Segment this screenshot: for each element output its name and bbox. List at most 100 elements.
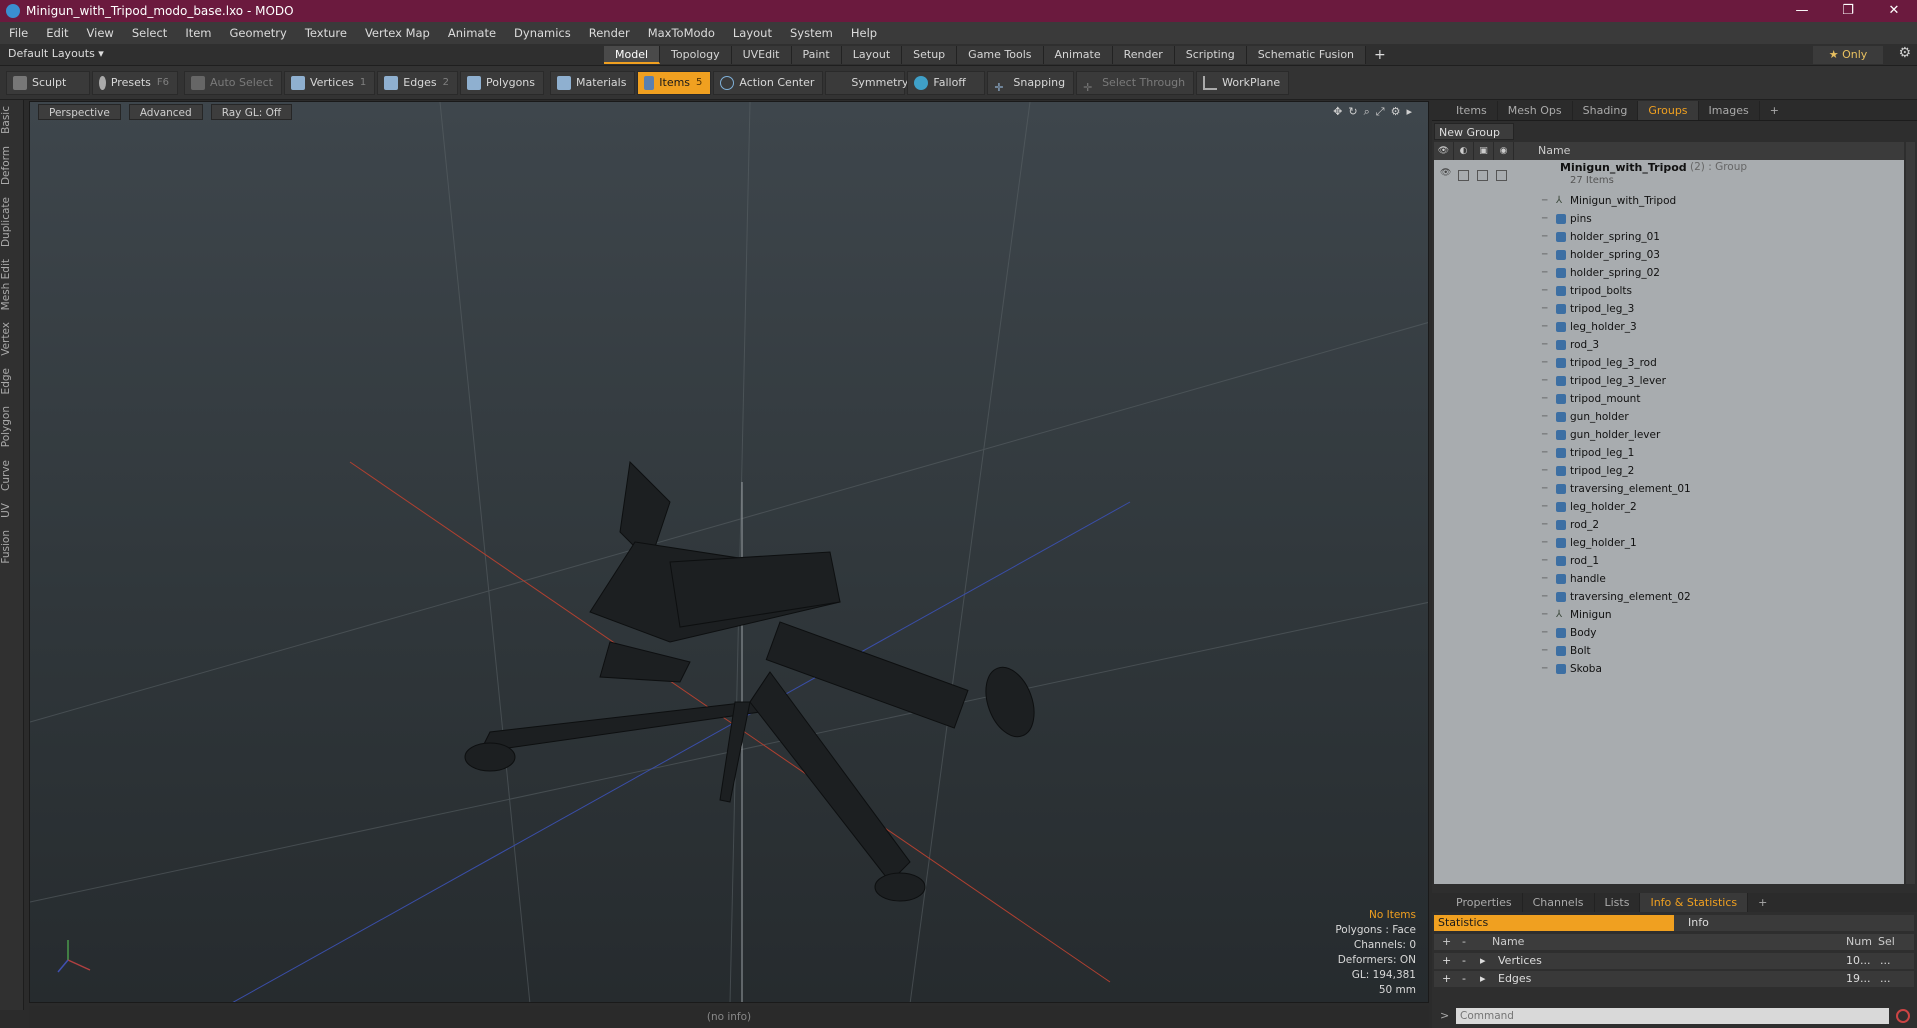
left-tab-mesh-edit[interactable]: Mesh Edit [0, 253, 24, 316]
menu-file[interactable]: File [0, 22, 37, 44]
maximize-button[interactable]: ❐ [1825, 0, 1871, 22]
group-item-row[interactable]: ─ leg_holder_1 [1434, 534, 1904, 552]
stat-num-header[interactable]: Num [1846, 934, 1872, 950]
group-item-row[interactable]: ─ leg_holder_3 [1434, 318, 1904, 336]
add-panel-tab-button[interactable]: + [1760, 101, 1789, 120]
group-item-row[interactable]: ─ tripod_leg_3_lever [1434, 372, 1904, 390]
expand-arrow-icon[interactable]: ▸ [1480, 971, 1486, 987]
menu-dynamics[interactable]: Dynamics [505, 22, 580, 44]
left-tab-fusion[interactable]: Fusion [0, 524, 24, 570]
stat-row-edges[interactable]: + - ▸ Edges 19... ... [1434, 971, 1914, 987]
close-button[interactable]: ✕ [1871, 0, 1917, 22]
tab-images[interactable]: Images [1699, 101, 1760, 120]
group-item-row[interactable]: ─ traversing_element_01 [1434, 480, 1904, 498]
tab-layout[interactable]: Layout [841, 46, 903, 64]
rotate-view-icon[interactable]: ↻ [1348, 105, 1357, 119]
tab-paint[interactable]: Paint [791, 46, 842, 64]
items-button[interactable]: Items 5 [637, 70, 712, 95]
3d-viewport[interactable]: Perspective Advanced Ray GL: Off ✥ ↻ ⌕ ⤢… [29, 101, 1429, 1003]
group-item-row[interactable]: ─ tripod_leg_1 [1434, 444, 1904, 462]
symmetry-button[interactable]: Symmetry [825, 70, 908, 95]
remove-icon[interactable]: - [1462, 934, 1466, 950]
left-tab-edge[interactable]: Edge [0, 362, 24, 400]
add-icon[interactable]: + [1442, 934, 1451, 950]
add-icon[interactable]: + [1442, 953, 1451, 969]
visibility-eye-icon[interactable]: 👁 [1440, 168, 1451, 178]
group-item-row[interactable]: ─ tripod_bolts [1434, 282, 1904, 300]
gear-icon[interactable]: ⚙ [1898, 45, 1911, 61]
tab-shading[interactable]: Shading [1573, 101, 1639, 120]
group-item-row[interactable]: ─ tripod_leg_2 [1434, 462, 1904, 480]
menu-edit[interactable]: Edit [37, 22, 77, 44]
tab-items[interactable]: Items [1446, 101, 1498, 120]
menu-layout[interactable]: Layout [724, 22, 781, 44]
viewport-menu-arrow-icon[interactable]: ▸ [1406, 105, 1412, 119]
menu-maxtomodo[interactable]: MaxToModo [639, 22, 724, 44]
group-item-row[interactable]: ─ holder_spring_03 [1434, 246, 1904, 264]
group-item-row[interactable]: ─ tripod_leg_3 [1434, 300, 1904, 318]
advanced-dropdown[interactable]: Advanced [128, 104, 203, 120]
expand-arrow-icon[interactable]: ▸ [1480, 953, 1486, 969]
group-item-row[interactable]: ─ ⅄ Minigun [1434, 606, 1904, 624]
tab-model[interactable]: Model [604, 46, 661, 64]
vertices-button[interactable]: Vertices 1 [283, 70, 376, 95]
zoom-icon[interactable]: ⌕ [1364, 105, 1370, 119]
left-tab-deform[interactable]: Deform [0, 140, 24, 191]
statistics-tab[interactable]: Statistics [1434, 915, 1674, 931]
menu-animate[interactable]: Animate [439, 22, 505, 44]
minimize-button[interactable]: — [1779, 0, 1825, 22]
group-item-row[interactable]: ─ rod_1 [1434, 552, 1904, 570]
menu-texture[interactable]: Texture [296, 22, 356, 44]
menu-view[interactable]: View [78, 22, 123, 44]
select-icon[interactable]: ◉ [1494, 142, 1514, 160]
tab-mesh-ops[interactable]: Mesh Ops [1498, 101, 1573, 120]
render-icon[interactable]: ◐ [1454, 142, 1474, 160]
perspective-dropdown[interactable]: Perspective [38, 104, 121, 120]
left-tab-duplicate[interactable]: Duplicate [0, 191, 24, 253]
tab-topology[interactable]: Topology [660, 46, 732, 64]
lock-toggle[interactable] [1477, 170, 1488, 181]
group-item-row[interactable]: ─ gun_holder [1434, 408, 1904, 426]
group-item-row[interactable]: ─ Body [1434, 624, 1904, 642]
tab-uvedit[interactable]: UVEdit [731, 46, 792, 64]
add-layout-tab-button[interactable]: + [1366, 46, 1394, 64]
falloff-button[interactable]: Falloff [907, 70, 986, 95]
tab-channels[interactable]: Channels [1523, 893, 1595, 912]
left-tab-basic[interactable]: Basic [0, 100, 24, 140]
raygl-toggle[interactable]: Ray GL: Off [210, 104, 293, 120]
viewport-settings-icon[interactable]: ⚙ [1391, 105, 1401, 119]
new-group-button[interactable]: New Group [1434, 123, 1514, 140]
menu-select[interactable]: Select [123, 22, 176, 44]
menu-item[interactable]: Item [176, 22, 220, 44]
stat-row-vertices[interactable]: + - ▸ Vertices 10... ... [1434, 953, 1914, 969]
group-item-row[interactable]: ─ pins [1434, 210, 1904, 228]
group-item-row[interactable]: ─ traversing_element_02 [1434, 588, 1904, 606]
add-icon[interactable]: + [1442, 971, 1451, 987]
visibility-eye-icon[interactable]: 👁 [1434, 142, 1454, 160]
tab-groups[interactable]: Groups [1638, 101, 1699, 120]
materials-button[interactable]: Materials [550, 70, 636, 95]
auto-select-button[interactable]: Auto Select [184, 70, 282, 95]
move-view-icon[interactable]: ✥ [1333, 105, 1342, 119]
presets-button[interactable]: Presets F6 [92, 70, 178, 95]
add-bottom-tab-button[interactable]: + [1748, 893, 1777, 912]
tab-lists[interactable]: Lists [1595, 893, 1641, 912]
group-item-row[interactable]: ─ holder_spring_01 [1434, 228, 1904, 246]
lock-icon[interactable]: ▣ [1474, 142, 1494, 160]
menu-render[interactable]: Render [580, 22, 639, 44]
tab-info-statistics[interactable]: Info & Statistics [1640, 893, 1749, 912]
snapping-button[interactable]: ✛ Snapping [987, 70, 1075, 95]
command-input[interactable] [1456, 1008, 1889, 1024]
select-through-button[interactable]: ✛ Select Through [1076, 70, 1195, 95]
group-item-row[interactable]: ─ Skoba [1434, 660, 1904, 678]
tab-game-tools[interactable]: Game Tools [957, 46, 1044, 64]
group-item-row[interactable]: ─ rod_2 [1434, 516, 1904, 534]
menu-geometry[interactable]: Geometry [221, 22, 296, 44]
default-layouts-dropdown[interactable]: Default Layouts ▾ [8, 47, 104, 60]
left-tab-vertex[interactable]: Vertex [0, 316, 24, 362]
menu-help[interactable]: Help [842, 22, 886, 44]
left-tab-polygon[interactable]: Polygon [0, 400, 24, 453]
group-item-row[interactable]: ─ tripod_mount [1434, 390, 1904, 408]
group-item-row[interactable]: ─ holder_spring_02 [1434, 264, 1904, 282]
polygons-button[interactable]: Polygons [460, 70, 544, 95]
